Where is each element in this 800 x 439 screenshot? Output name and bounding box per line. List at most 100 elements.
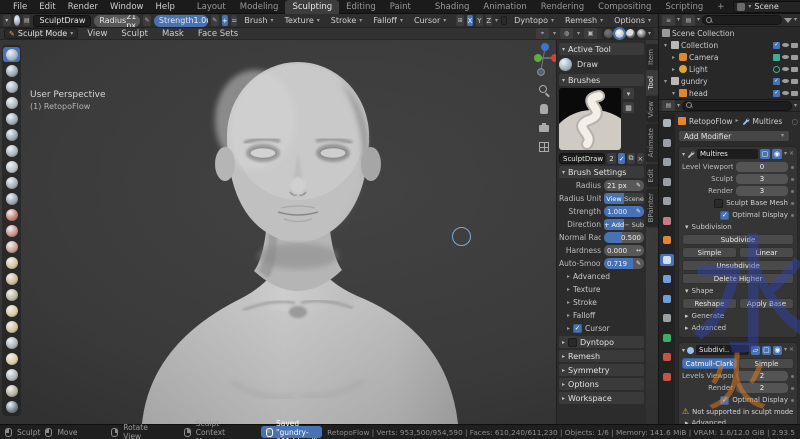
tab-object-data-icon[interactable] — [660, 332, 674, 344]
sculpt-brush-button[interactable] — [3, 63, 20, 78]
properties-search-input[interactable] — [682, 101, 792, 111]
chevron-down-icon[interactable]: ▾ — [623, 88, 634, 99]
normal-radius-slider[interactable]: 0.500 — [604, 232, 644, 243]
collection-checkbox[interactable]: ✓ — [773, 42, 780, 49]
workspace-tab-scripting[interactable]: Scripting — [658, 0, 710, 14]
axis-gizmo[interactable] — [531, 42, 559, 78]
brush-settings-panel-header[interactable]: ▾Brush Settings — [559, 166, 644, 178]
sidebar-tab-animate[interactable]: Animate — [646, 123, 658, 162]
chevron-down-icon[interactable]: ▾ — [648, 31, 651, 37]
remesh-panel-header[interactable]: ▸Remesh — [559, 350, 644, 362]
tab-world-icon[interactable] — [660, 215, 674, 227]
sculpt-brush-button[interactable] — [3, 367, 20, 382]
falloff-section[interactable]: ▸Falloff — [559, 310, 644, 321]
sculpt-brush-button[interactable] — [3, 351, 20, 366]
workspace-tab-texture-paint[interactable]: Texture Paint — [383, 0, 428, 14]
catmull-clark-button[interactable]: Catmull-Clark — [682, 358, 737, 369]
workspace-tab-shading[interactable]: Shading — [428, 0, 477, 14]
add-modifier-button[interactable]: Add Modifier▾ — [678, 130, 790, 142]
simple-button[interactable]: Simple — [739, 358, 794, 369]
sculpt-brush-button[interactable] — [3, 207, 20, 222]
hide-eye-icon[interactable] — [782, 91, 789, 95]
close-icon[interactable]: × — [789, 151, 794, 157]
outliner-row-gundry[interactable]: ▾ gundry ✓ — [659, 75, 800, 87]
chevron-down-icon[interactable]: ▾ — [495, 18, 498, 24]
sculpt-brush-button[interactable] — [3, 175, 20, 190]
render-toggle-icon[interactable]: ◉ — [773, 346, 782, 355]
workspace-tab-modeling[interactable]: Modeling — [233, 0, 286, 14]
strength-slider[interactable]: Strength1.000 — [154, 15, 208, 27]
sculpt-brush-button[interactable] — [3, 319, 20, 334]
dyntopo-panel-header[interactable]: ▸Dyntopo — [559, 336, 644, 348]
mirror-y-toggle[interactable]: Y — [476, 15, 482, 26]
hide-eye-icon[interactable] — [782, 79, 789, 83]
filter-funnel-icon[interactable] — [784, 18, 792, 23]
edit-mode-toggle-icon[interactable]: ▱ — [751, 346, 760, 355]
face-sets-menu[interactable]: Face Sets — [193, 28, 243, 40]
strength-slider[interactable]: 1.000✎ — [604, 206, 644, 217]
new-brush-icon[interactable]: ▤ — [23, 15, 31, 26]
sidebar-tab-view[interactable]: View — [646, 96, 658, 123]
collection-checkbox[interactable]: ✓ — [773, 78, 780, 85]
optimal-display-checkbox[interactable]: ✓ — [720, 396, 729, 405]
sculpt-brush-button[interactable] — [3, 79, 20, 94]
modifier-name-field[interactable]: Subdivi.. — [696, 345, 749, 355]
texture-section[interactable]: ▸Texture — [559, 284, 644, 295]
workspace-tab-layout[interactable]: Layout — [190, 0, 233, 14]
tab-material-icon[interactable] — [660, 351, 674, 363]
tab-scene-icon[interactable] — [660, 195, 674, 207]
mirror-x-toggle[interactable]: X — [467, 15, 473, 26]
overlays-toggle-icon[interactable]: ◍ — [560, 28, 573, 39]
texture-menu[interactable]: Texture▾ — [280, 15, 323, 26]
extras-dropdown-icon[interactable]: ▾ — [784, 347, 787, 353]
dyntopo-checkbox[interactable] — [568, 338, 577, 347]
camera-view-icon[interactable] — [538, 122, 550, 134]
mirror-z-toggle[interactable]: Z — [486, 15, 492, 26]
chevron-down-icon[interactable]: ▾ — [794, 17, 797, 23]
advanced-section[interactable]: ▸Advanced — [559, 271, 644, 282]
outliner-search-input[interactable] — [702, 15, 782, 25]
render-toggle-icon[interactable]: ◉ — [772, 149, 782, 159]
sculpt-brush-button[interactable] — [3, 127, 20, 142]
subdivide-simple-button[interactable]: Simple — [682, 247, 737, 258]
sculpt-brush-button[interactable] — [3, 303, 20, 318]
expand-icon[interactable]: ▾ — [682, 347, 685, 354]
dyntopo-checkbox[interactable] — [501, 16, 507, 25]
xray-toggle-icon[interactable]: ▣ — [584, 28, 597, 39]
menu-render[interactable]: Render — [63, 1, 103, 13]
ortho-grid-icon[interactable] — [538, 141, 550, 153]
level-viewport-slider[interactable]: 0 — [736, 162, 788, 172]
workspace-tab-compositing[interactable]: Compositing — [591, 0, 658, 14]
chevron-down-icon[interactable]: ▾ — [794, 103, 797, 109]
falloff-menu[interactable]: Falloff▾ — [369, 15, 407, 26]
brushes-panel-header[interactable]: ▾Brushes — [559, 74, 644, 86]
tab-particles-icon[interactable] — [660, 273, 674, 285]
sidebar-tab-tool[interactable]: Tool — [646, 71, 658, 95]
sculpt-brush-button[interactable] — [3, 191, 20, 206]
workspace-panel-header[interactable]: ▸Workspace — [559, 392, 644, 404]
cursor-menu[interactable]: Cursor▾ — [410, 15, 450, 26]
outliner-row-collection[interactable]: ▾ Collection ✓ — [659, 39, 800, 51]
breadcrumb-object[interactable]: RetopoFlow — [689, 117, 733, 126]
sculpt-brush-button[interactable] — [3, 223, 20, 238]
render-camera-icon[interactable] — [791, 79, 798, 84]
browse-image-icon[interactable]: ▦ — [623, 102, 634, 113]
cursor-section[interactable]: ▸✓Cursor — [559, 323, 644, 334]
unsubdivide-button[interactable]: Unsubdivide — [682, 260, 794, 271]
sculpt-brush-button[interactable] — [3, 159, 20, 174]
menu-file[interactable]: File — [8, 1, 32, 13]
breadcrumb-modifier[interactable]: Multires — [753, 117, 783, 126]
sculpt-brush-button[interactable] — [3, 335, 20, 350]
sculpt-brush-button[interactable] — [3, 95, 20, 110]
workspace-tab-animation[interactable]: Animation — [476, 0, 533, 14]
pressure-toggle-icon[interactable]: + — [222, 15, 228, 26]
brush-preview-image[interactable] — [559, 88, 621, 150]
dyntopo-menu[interactable]: Dyntopo▾ — [510, 15, 558, 26]
add-workspace-button[interactable]: + — [710, 0, 731, 14]
optimal-display-checkbox[interactable]: ✓ — [720, 211, 729, 220]
sculpt-brush-button[interactable] — [3, 47, 20, 62]
tab-modifiers-icon[interactable] — [660, 254, 674, 266]
zoom-icon[interactable] — [538, 84, 550, 96]
render-levels-slider[interactable]: 2 — [736, 383, 788, 393]
tab-constraints-icon[interactable] — [660, 312, 674, 324]
